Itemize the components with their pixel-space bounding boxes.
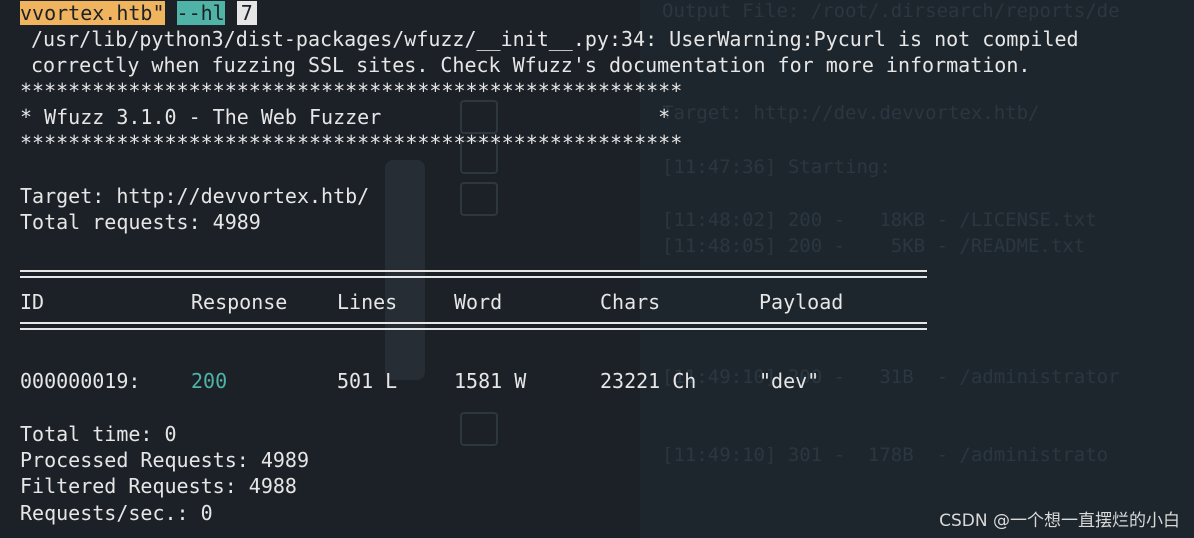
table-rule xyxy=(20,322,927,324)
table-rule xyxy=(20,270,927,272)
requests-per-sec: Requests/sec.: 0 xyxy=(20,501,213,525)
table-rule xyxy=(20,276,927,278)
banner-stars: ****************************************… xyxy=(20,79,683,103)
header-lines: Lines xyxy=(337,290,398,314)
row-lines: 501 L xyxy=(337,369,398,393)
filtered-requests: Filtered Requests: 4988 xyxy=(20,474,297,498)
processed-requests: Processed Requests: 4989 xyxy=(20,448,309,472)
banner-title: * Wfuzz 3.1.0 - The Web Fuzzer * xyxy=(20,105,671,129)
header-chars: Chars xyxy=(600,290,661,314)
row-chars: 23221 Ch xyxy=(600,369,697,393)
total-requests: Total requests: 4989 xyxy=(20,210,261,234)
header-response: Response xyxy=(191,290,288,314)
total-time: Total time: 0 xyxy=(20,422,177,446)
warning-line: correctly when fuzzing SSL sites. Check … xyxy=(31,53,1031,77)
target-line: Target: http://devvortex.htb/ xyxy=(20,184,370,208)
header-payload: Payload xyxy=(759,290,844,314)
command-host: vvortex.htb" xyxy=(20,1,165,25)
warning-line: /usr/lib/python3/dist-packages/wfuzz/__i… xyxy=(31,27,1079,51)
row-response: 200 xyxy=(191,369,228,393)
command-flag: --hl xyxy=(176,1,225,25)
table-rule xyxy=(20,328,927,330)
watermark: CSDN @一个想一直摆烂的小白 xyxy=(939,511,1180,531)
row-payload: "dev" xyxy=(759,369,820,393)
command-flag-value: 7 xyxy=(236,1,257,25)
row-id: 000000019: xyxy=(20,369,141,393)
terminal[interactable]: vvortex.htb" --hl 7 /usr/lib/python3/dis… xyxy=(0,0,1194,538)
header-id: ID xyxy=(20,290,45,314)
header-word: Word xyxy=(454,290,503,314)
banner-stars: ****************************************… xyxy=(20,131,683,155)
command-line: vvortex.htb" --hl 7 xyxy=(20,0,257,26)
row-word: 1581 W xyxy=(454,369,527,393)
